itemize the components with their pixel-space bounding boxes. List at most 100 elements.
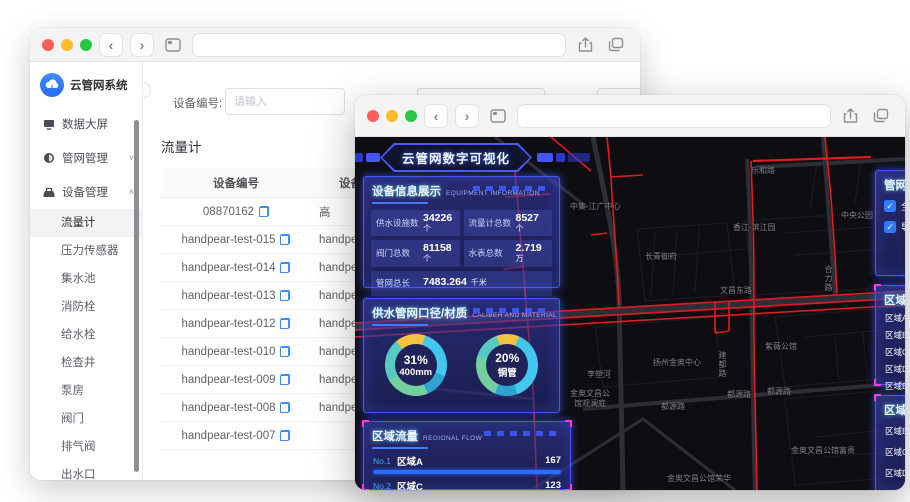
map-label: 金奥文昌公馆荣华 bbox=[667, 474, 731, 483]
map-label: 李塑河 bbox=[587, 370, 611, 379]
map-label: 文昌东路 bbox=[720, 286, 752, 295]
stat-flowmeters: 流量计总数 8527 个 bbox=[463, 210, 552, 237]
share-icon[interactable] bbox=[838, 104, 862, 128]
stat-water-facilities: 供水设施数 34226 个 bbox=[371, 210, 460, 237]
app-sidebar: 云管网系统 数据大屏 管网管理 ˅ 设备管理 ˄ 流量计 压力传感器 集水池 消… bbox=[30, 62, 143, 480]
checkbox-checked-icon[interactable] bbox=[884, 220, 896, 233]
share-icon[interactable] bbox=[573, 33, 597, 57]
back-button[interactable]: ‹ bbox=[99, 32, 123, 57]
region-legend-item: 区域C bbox=[885, 347, 905, 357]
sidebar-subitem-outlet[interactable]: 出水口 bbox=[30, 461, 142, 480]
dashboard-browser-window: ‹ › 乐和路 中集·江广中心 香江·滨江园 中央公园 长青御府 文昌东路 合力… bbox=[355, 95, 905, 490]
map-label: 合力路 bbox=[824, 265, 833, 292]
caliber-material-panel: 供水管网口径/材质 CALIBER AND MATERIAL 31% 400mm… bbox=[363, 298, 560, 413]
dashboard-title-badge: 云管网数字可视化 bbox=[380, 143, 532, 172]
minimize-window-button[interactable] bbox=[61, 38, 73, 51]
checkbox-checked-icon[interactable] bbox=[884, 199, 896, 212]
map-label: 金奥文昌公馆观澜庭 bbox=[570, 389, 610, 408]
copy-icon[interactable] bbox=[280, 430, 291, 441]
back-button[interactable]: ‹ bbox=[424, 103, 448, 128]
panel-decoration bbox=[473, 186, 551, 191]
sidebar-subitem-fire-hydrant[interactable]: 消防栓 bbox=[30, 293, 142, 321]
forward-button[interactable]: › bbox=[130, 32, 154, 57]
close-window-button[interactable] bbox=[367, 109, 379, 122]
copy-icon[interactable] bbox=[280, 402, 291, 413]
browser-toolbar: ‹ › bbox=[355, 95, 905, 137]
page-title: 流量计 bbox=[161, 140, 202, 155]
close-window-button[interactable] bbox=[42, 38, 54, 51]
region-flow-panel: 区域流量 区域B 区域C 区域D 区域E bbox=[874, 394, 905, 491]
gis-dashboard: 乐和路 中集·江广中心 香江·滨江园 中央公园 长青御府 文昌东路 合力路 扬州… bbox=[355, 137, 905, 490]
layer-option-select-all[interactable]: 全选 bbox=[876, 194, 905, 215]
sidebar-subitem-pressure-sensor[interactable]: 压力传感器 bbox=[30, 237, 142, 265]
panel-decoration bbox=[473, 308, 551, 313]
device-no-label: 设备编号: bbox=[173, 98, 223, 110]
address-bar[interactable] bbox=[192, 32, 566, 57]
sidebar-subitem-flowmeter[interactable]: 流量计 bbox=[30, 209, 142, 237]
stat-pipe-length: 管网总长 7483.264 千米 bbox=[371, 270, 552, 296]
sidebar-subitem-sump[interactable]: 集水池 bbox=[30, 265, 142, 293]
app-title: 云管网系统 bbox=[70, 80, 128, 92]
caliber-donut-chart: 31% 400mm bbox=[384, 334, 447, 396]
screen-icon bbox=[44, 119, 54, 130]
address-bar[interactable] bbox=[517, 103, 831, 128]
copy-icon[interactable] bbox=[280, 234, 291, 245]
map-label: 中集·江广中心 bbox=[570, 202, 621, 211]
device-no-input[interactable] bbox=[225, 88, 345, 115]
map-label: 扬州金奥中心 bbox=[653, 358, 701, 367]
layer-option-import[interactable]: 导入 bbox=[876, 215, 905, 236]
copy-icon[interactable] bbox=[280, 374, 291, 385]
region-legend-item: 区域B bbox=[885, 330, 905, 340]
sidebar-subitem-pump-house[interactable]: 泵房 bbox=[30, 377, 142, 405]
flow-rank-row: No.1 区域A 167 bbox=[373, 455, 561, 468]
sidebar-toggle-icon[interactable] bbox=[161, 33, 185, 57]
copy-icon[interactable] bbox=[280, 318, 291, 329]
stat-water-meters: 水表总数 2.719 万 bbox=[463, 240, 552, 267]
map-label: 长青御府 bbox=[645, 252, 677, 261]
sidebar-toggle-icon[interactable] bbox=[486, 104, 510, 128]
sidebar-item-pipe-management[interactable]: 管网管理 ˅ bbox=[30, 141, 142, 175]
regional-flow-panel: 区域流量 REGIONAL FLOW No.1 区域A 167 No.2 区域C… bbox=[362, 420, 572, 490]
sidebar-item-device-management[interactable]: 设备管理 ˄ bbox=[30, 175, 142, 209]
device-icon bbox=[43, 187, 55, 197]
region-flow-item: 区域E bbox=[876, 482, 905, 491]
panel-decoration bbox=[484, 431, 562, 436]
flow-bar bbox=[373, 470, 561, 474]
maximize-window-button[interactable] bbox=[80, 38, 92, 51]
pipe-network-icon bbox=[44, 153, 54, 163]
copy-icon[interactable] bbox=[280, 346, 291, 357]
sidebar-subitem-inspection-well[interactable]: 检查井 bbox=[30, 349, 142, 377]
map-label: 香江·滨江园 bbox=[733, 223, 776, 232]
sidebar-subitem-exhaust-valve[interactable]: 排气阀 bbox=[30, 433, 142, 461]
map-label: 都源路 bbox=[767, 387, 791, 396]
sidebar-scrollbar[interactable] bbox=[134, 120, 139, 472]
sidebar-subitem-water-hydrant[interactable]: 给水栓 bbox=[30, 321, 142, 349]
region-legend-item: 区域A bbox=[885, 313, 905, 323]
region-flow-item: 区域D bbox=[885, 467, 905, 478]
forward-button[interactable]: › bbox=[455, 103, 479, 128]
region-flow-item: 区域B bbox=[885, 425, 905, 436]
tabs-overview-icon[interactable] bbox=[869, 104, 893, 128]
copy-icon[interactable] bbox=[280, 290, 291, 301]
region-flow-item: 区域C bbox=[885, 446, 905, 457]
map-label: 都源路 bbox=[727, 390, 751, 399]
map-label: 中央公园 bbox=[841, 211, 873, 220]
sidebar-subitem-valve[interactable]: 阀门 bbox=[30, 405, 142, 433]
material-donut-chart: 20% 铜管 bbox=[476, 334, 539, 396]
stat-valves: 阀门总数 81158 个 bbox=[371, 240, 460, 267]
minimize-window-button[interactable] bbox=[386, 109, 398, 122]
copy-icon[interactable] bbox=[280, 262, 291, 273]
dashboard-header: 云管网数字可视化 bbox=[355, 137, 905, 175]
map-label: 紫薇公馆 bbox=[765, 342, 797, 351]
region-legend-item: 区域D bbox=[885, 364, 905, 374]
sidebar-item-data-screen[interactable]: 数据大屏 bbox=[30, 107, 142, 141]
dashboard-title: 云管网数字可视化 bbox=[401, 152, 510, 166]
map-label: 建都路 bbox=[718, 351, 727, 378]
maximize-window-button[interactable] bbox=[405, 109, 417, 122]
tabs-overview-icon[interactable] bbox=[604, 33, 628, 57]
layers-panel: 管网图层 全选 导入 bbox=[875, 170, 905, 276]
app-brand: 云管网系统 bbox=[30, 62, 142, 107]
map-label: 都源路 bbox=[661, 402, 685, 411]
app-logo-icon bbox=[40, 73, 64, 97]
copy-icon[interactable] bbox=[259, 206, 270, 217]
